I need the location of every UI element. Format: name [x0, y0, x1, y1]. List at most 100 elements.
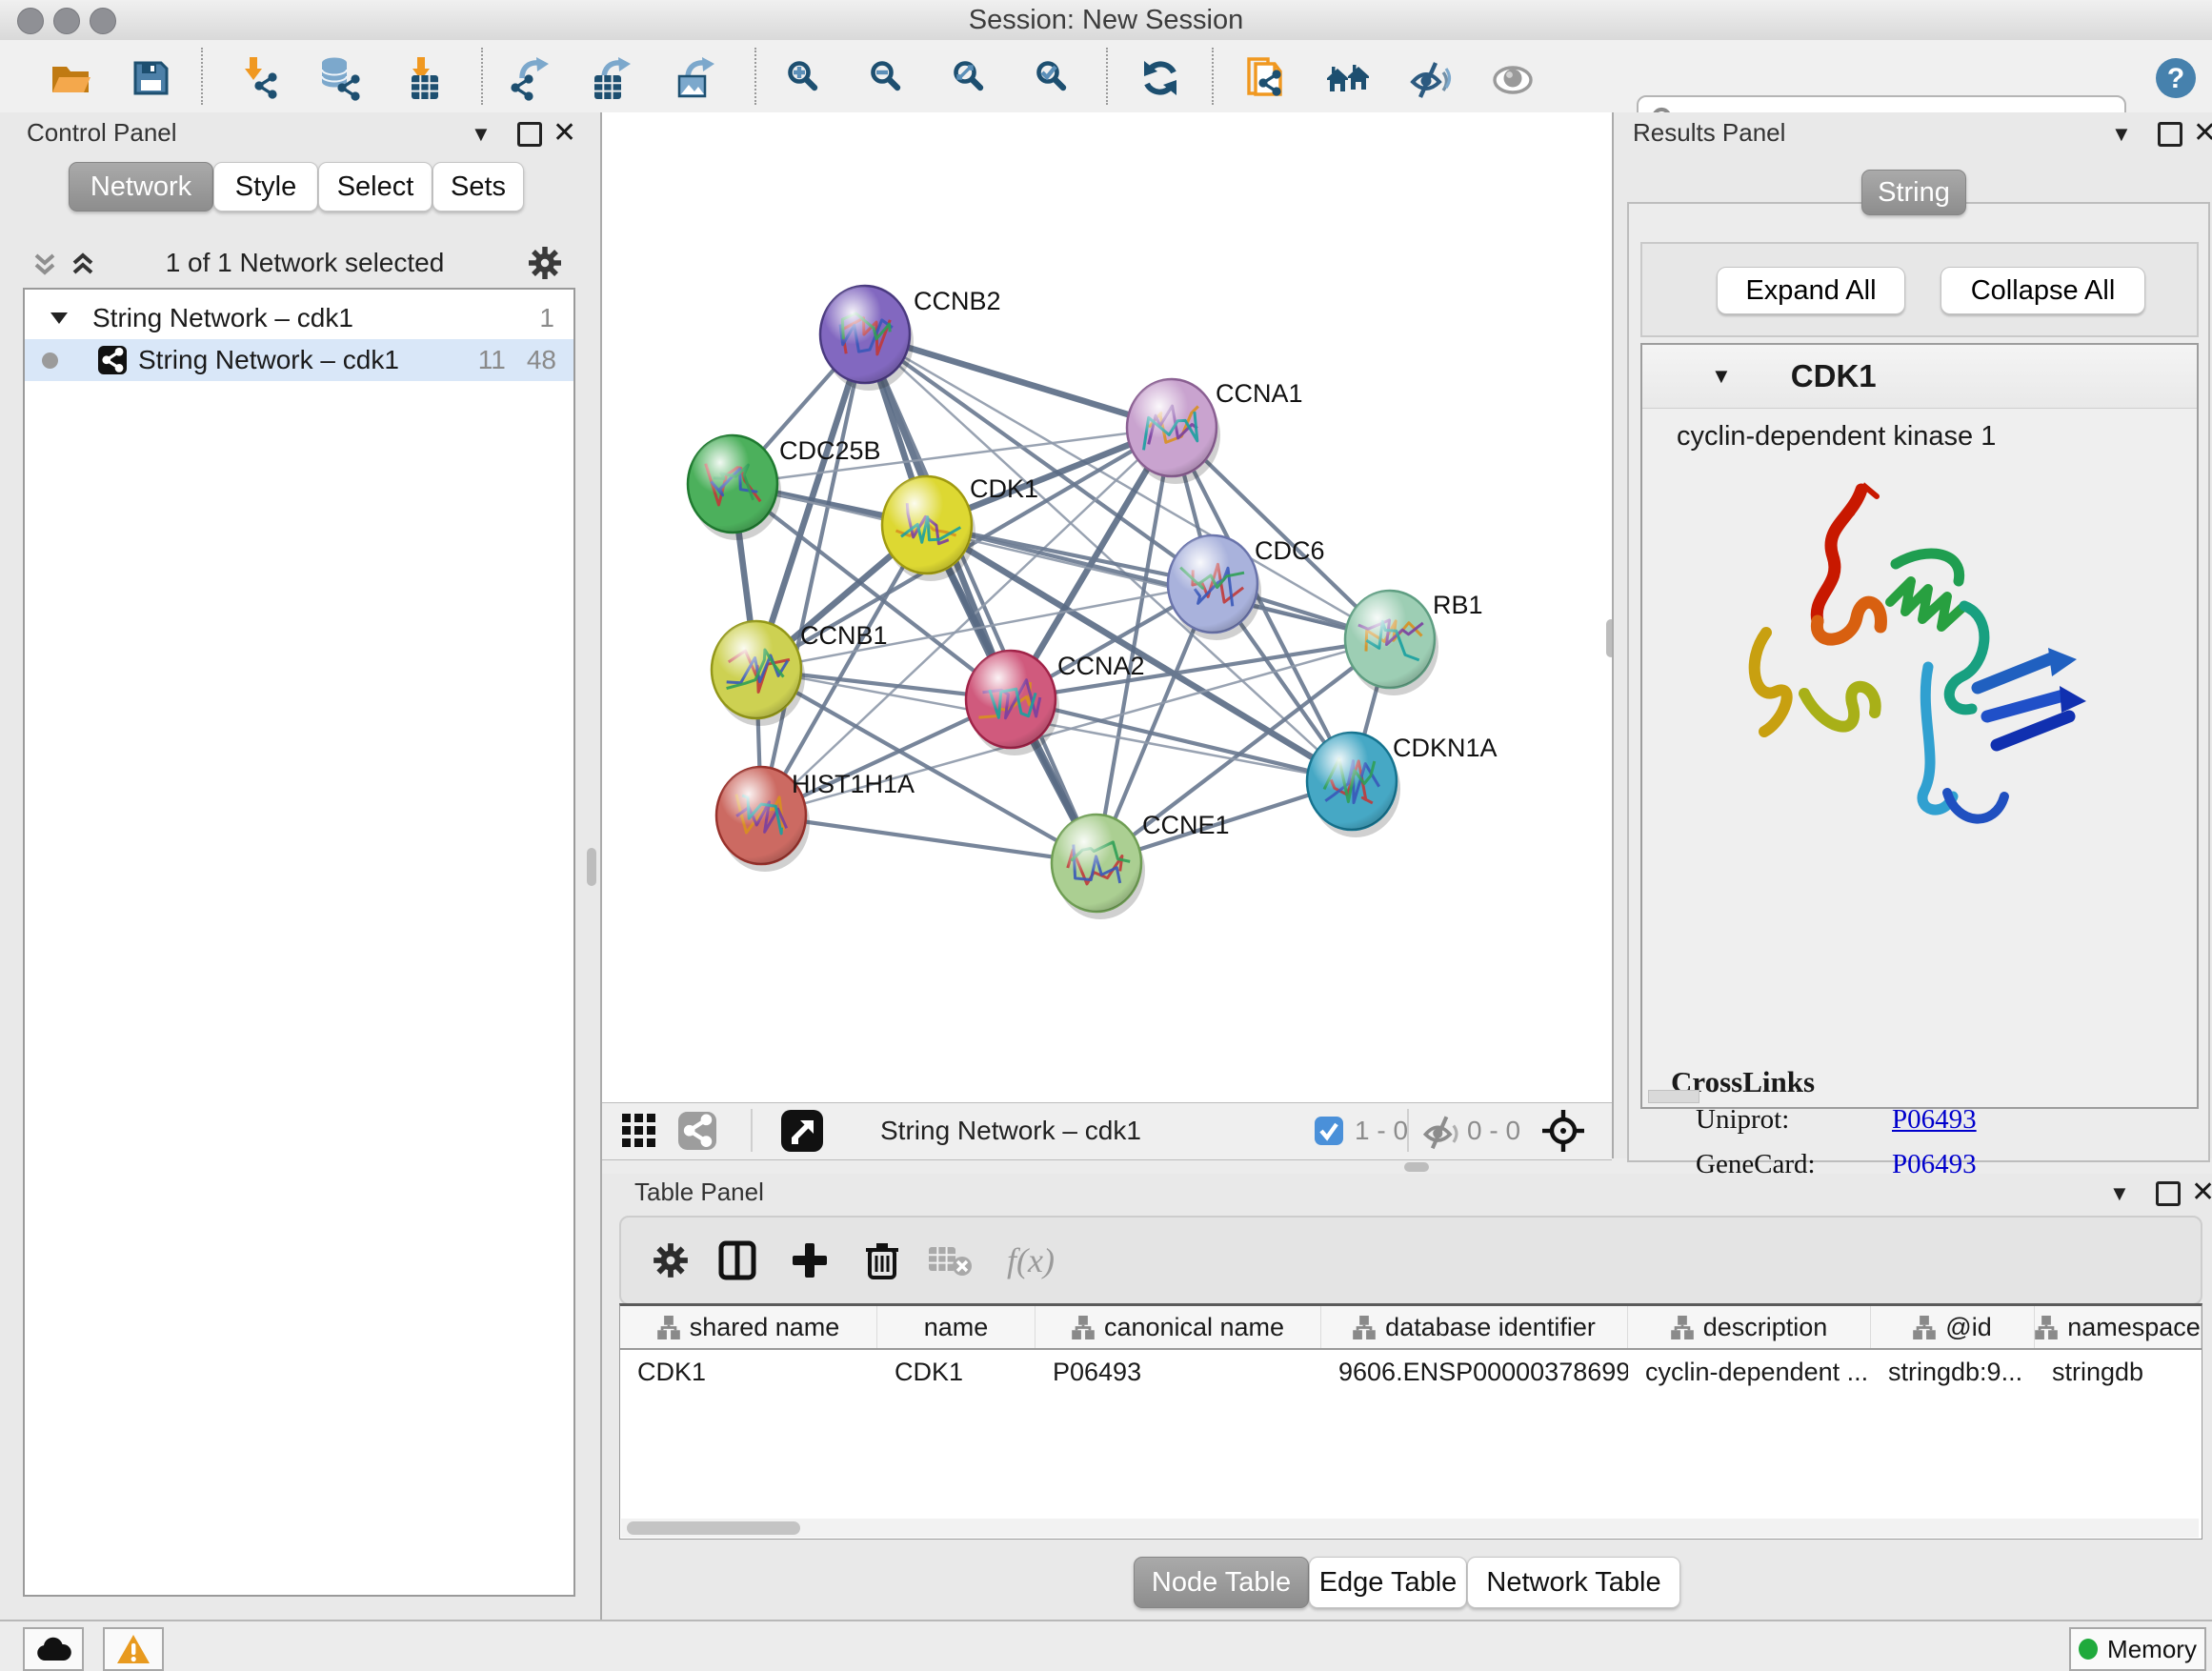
control-panel-float-button[interactable]	[517, 122, 542, 151]
collapse-all-button[interactable]: Collapse All	[1941, 267, 2145, 314]
network-node-label: HIST1H1A	[792, 770, 915, 798]
network-from-file-button[interactable]	[1240, 53, 1290, 103]
network-view-share-button[interactable]	[678, 1103, 716, 1158]
table-cell[interactable]: cyclin-dependent ...	[1628, 1358, 1871, 1387]
column-header--id[interactable]: @id	[1871, 1306, 2035, 1348]
network-canvas[interactable]: CCNB2CCNA1CDC25BCDK1CDC6RB1CCNB1CCNA2CDK…	[602, 112, 1612, 1102]
control-panel-close-button[interactable]: ✕	[553, 116, 576, 150]
network-node-CCNA1[interactable]	[1127, 379, 1220, 484]
crosslink-uniprot-link[interactable]: P06493	[1892, 1104, 1977, 1136]
column-header-name[interactable]: name	[877, 1306, 1036, 1348]
mini-scrollbar[interactable]	[1648, 1090, 1699, 1103]
zoom-selected-button[interactable]	[1029, 53, 1078, 103]
network-node-CCNA2[interactable]	[966, 651, 1059, 755]
birdseye-view-button[interactable]	[781, 1103, 823, 1158]
scrollbar-thumb[interactable]	[627, 1521, 800, 1535]
table-horizontal-scrollbar[interactable]	[621, 1519, 2199, 1538]
zoom-in-button[interactable]	[780, 53, 830, 103]
show-graphics-details-button[interactable]	[1488, 53, 1538, 103]
help-button[interactable]: ?	[2151, 53, 2201, 103]
table-row[interactable]: CDK1CDK1P064939606.ENSP00000378699cyclin…	[620, 1350, 2202, 1394]
checkbox-checked-icon	[1315, 1117, 1343, 1145]
network-collection-row[interactable]: String Network – cdk1 1	[25, 297, 573, 339]
tab-sets[interactable]: Sets	[432, 162, 524, 211]
tab-select[interactable]: Select	[318, 162, 432, 211]
results-panel-menu-button[interactable]: ▼	[2111, 122, 2132, 147]
tab-style-label: Style	[235, 171, 296, 203]
gene-name: CDK1	[1791, 358, 1877, 394]
zoom-fit-button[interactable]	[946, 53, 995, 103]
fit-content-button[interactable]	[1541, 1103, 1585, 1158]
memory-button[interactable]: Memory	[2069, 1627, 2206, 1671]
cdk1-card-header[interactable]: ▼ CDK1	[1642, 345, 2197, 409]
horizontal-splitter-handle[interactable]	[1404, 1162, 1429, 1172]
save-session-button[interactable]	[126, 53, 175, 103]
network-node-CCNB2[interactable]	[820, 286, 914, 391]
table-panel-menu-button[interactable]: ▼	[2109, 1181, 2130, 1206]
column-header-canonical-name[interactable]: canonical name	[1036, 1306, 1321, 1348]
tab-network-label: Network	[90, 171, 191, 203]
network-list-options-button[interactable]	[526, 244, 564, 287]
network-row-selected[interactable]: String Network – cdk1 11 48	[25, 339, 573, 381]
hidden-items-button[interactable]	[1419, 1103, 1461, 1158]
selected-checkbox[interactable]	[1315, 1103, 1343, 1158]
column-header-label: name	[924, 1313, 989, 1342]
warnings-button[interactable]	[103, 1627, 164, 1671]
collapse-all-networks-button[interactable]	[29, 248, 61, 285]
control-panel-menu-button[interactable]: ▼	[471, 122, 492, 147]
network-node-CDKN1A[interactable]	[1307, 733, 1400, 837]
expand-all-networks-button[interactable]	[67, 248, 99, 285]
table-cell[interactable]: CDK1	[620, 1358, 877, 1387]
column-header-namespace[interactable]: namespace	[2035, 1306, 2202, 1348]
apply-layout-button[interactable]	[1136, 53, 1185, 103]
trash-icon	[864, 1240, 900, 1280]
left-splitter-handle[interactable]	[587, 848, 596, 886]
open-session-button[interactable]	[46, 53, 95, 103]
network-node-CCNE1[interactable]	[1052, 815, 1145, 919]
tab-network[interactable]: Network	[69, 162, 213, 211]
table-cell[interactable]: stringdb	[2035, 1358, 2202, 1387]
export-network-button[interactable]	[505, 53, 554, 103]
protein-structure-image	[1709, 461, 2119, 833]
create-column-button[interactable]	[787, 1238, 833, 1283]
delete-table-button[interactable]	[928, 1238, 974, 1283]
table-cell[interactable]: P06493	[1036, 1358, 1321, 1387]
hide-graphics-details-button[interactable]	[1404, 53, 1454, 103]
tab-network-table[interactable]: Network Table	[1467, 1557, 1680, 1608]
cloud-status-button[interactable]	[23, 1627, 84, 1671]
export-image-button[interactable]	[671, 53, 720, 103]
table-cell[interactable]: 9606.ENSP00000378699	[1321, 1358, 1628, 1387]
column-header-database-identifier[interactable]: database identifier	[1321, 1306, 1628, 1348]
import-table-file-button[interactable]	[398, 53, 448, 103]
network-node-CDC25B[interactable]	[688, 435, 781, 540]
tab-string[interactable]: String	[1861, 170, 1966, 215]
function-builder-button[interactable]: f(x)	[995, 1238, 1067, 1283]
column-header-description[interactable]: description	[1628, 1306, 1871, 1348]
network-node-RB1[interactable]	[1345, 591, 1438, 695]
table-cell[interactable]: CDK1	[877, 1358, 1036, 1387]
show-columns-button[interactable]	[714, 1238, 760, 1283]
tab-edge-table[interactable]: Edge Table	[1309, 1557, 1467, 1608]
selected-node-edge-count: 1 - 0	[1355, 1103, 1408, 1158]
table-cell[interactable]: stringdb:9...	[1871, 1358, 2035, 1387]
delete-column-button[interactable]	[859, 1238, 905, 1283]
table-options-button[interactable]	[648, 1238, 694, 1283]
import-network-database-button[interactable]	[314, 53, 364, 103]
first-neighbors-button[interactable]	[1323, 53, 1373, 103]
grid-mode-button[interactable]	[621, 1103, 657, 1158]
results-panel-close-button[interactable]: ✕	[2193, 116, 2212, 150]
import-network-file-button[interactable]	[233, 53, 283, 103]
zoom-out-button[interactable]	[863, 53, 913, 103]
column-header-shared-name[interactable]: shared name	[620, 1306, 877, 1348]
network-node-label: CCNA1	[1216, 379, 1303, 408]
save-floppy-icon	[128, 55, 173, 101]
expand-all-button[interactable]: Expand All	[1717, 267, 1905, 314]
tab-style[interactable]: Style	[213, 162, 318, 211]
tab-node-table[interactable]: Node Table	[1134, 1557, 1309, 1608]
table-panel-close-button[interactable]: ✕	[2191, 1176, 2212, 1209]
network-node-CDK1[interactable]	[882, 476, 975, 581]
table-panel-float-button[interactable]	[2156, 1181, 2181, 1211]
expand-all-label: Expand All	[1745, 275, 1876, 307]
results-panel-float-button[interactable]	[2158, 122, 2182, 151]
export-table-button[interactable]	[587, 53, 636, 103]
